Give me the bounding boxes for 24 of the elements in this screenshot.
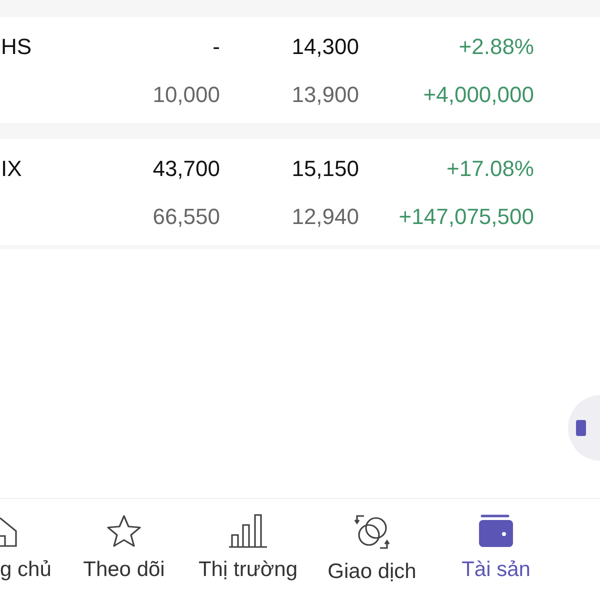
nav-tab[interactable]: Thị trường [186,514,310,583]
nav-tab[interactable]: Tài sản [434,514,558,583]
table-cell-text: 12,940 [290,203,359,231]
change-percent: +17.08% [446,155,534,183]
star-icon [106,514,142,548]
nav-tab[interactable]: Theo dõi [62,514,186,583]
stock-symbol: IX [0,155,23,183]
table-cell-text: 14,300 [290,33,359,61]
table-cell-text: 43,700 [152,155,220,183]
profit-value: +4,000,000 [422,81,534,109]
square-icon [576,420,586,436]
table-cell-text: 15,150 [290,155,359,183]
table-cell-text: 66,550 [152,203,220,231]
table-cell-text: - [212,33,220,61]
nav-tab[interactable]: Giao dịch [310,514,434,585]
stock-symbol: HS [0,33,33,61]
change-percent: +2.88% [458,33,534,61]
exchange-icon [352,514,392,550]
profit-value: +147,075,500 [398,203,534,231]
table-cell-text: 13,900 [290,81,359,109]
bar-chart-icon [228,514,268,548]
table-cell-text: 10,000 [152,81,220,109]
wallet-icon [478,514,514,548]
nav-tab[interactable]: g chủ [0,514,62,583]
